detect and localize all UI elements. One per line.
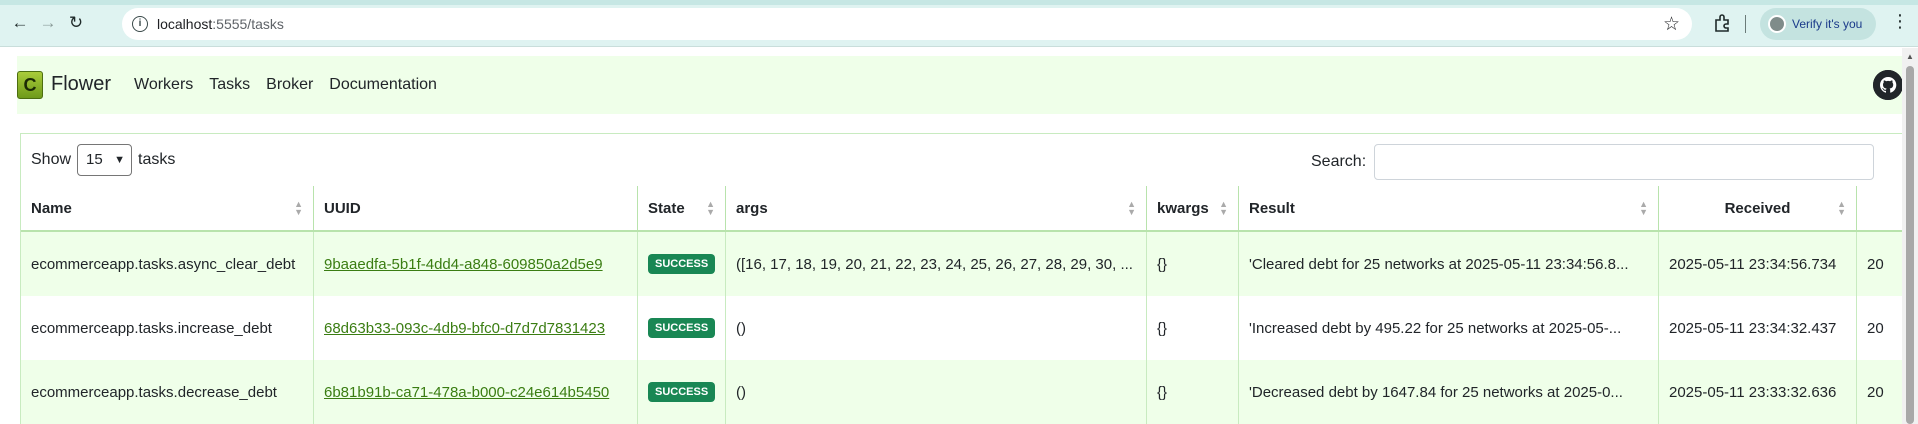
verify-profile-button[interactable]: Verify it's you (1760, 8, 1876, 40)
task-uuid-link[interactable]: 6b81b91b-ca71-478a-b000-c24e614b5450 (324, 384, 609, 401)
task-kwargs: {} (1147, 296, 1239, 360)
table-row[interactable]: ecommerceapp.tasks.decrease_debt 6b81b91… (21, 360, 1917, 424)
table-row[interactable]: ecommerceapp.tasks.increase_debt 68d63b3… (21, 296, 1917, 360)
task-name: ecommerceapp.tasks.async_clear_debt (21, 232, 314, 296)
column-header-uuid[interactable]: UUID (314, 186, 638, 230)
brand-name[interactable]: Flower (51, 73, 111, 96)
flower-logo[interactable]: C (17, 71, 43, 99)
header-label: Result (1249, 199, 1295, 217)
browser-toolbar: ← → ↻ i localhost:5555/tasks ☆ Verify it… (0, 0, 1918, 47)
header-label: UUID (324, 199, 361, 217)
column-header-state[interactable]: State ▲ ▼ (638, 186, 726, 230)
header-label: Received (1724, 199, 1791, 217)
page-size-select[interactable]: 15 ▼ (77, 144, 133, 176)
column-header-args[interactable]: args ▲ ▼ (726, 186, 1147, 230)
sort-icon: ▲ ▼ (1219, 199, 1228, 217)
task-result: 'Decreased debt by 1647.84 for 25 networ… (1239, 360, 1659, 424)
url-text[interactable]: localhost:5555/tasks (157, 16, 284, 32)
task-args: () (726, 360, 1147, 424)
task-received: 2025-05-11 23:34:32.437 (1659, 296, 1857, 360)
column-header-kwargs[interactable]: kwargs ▲ ▼ (1147, 186, 1239, 230)
sort-icon: ▲ ▼ (706, 199, 715, 217)
sort-icon: ▲ ▼ (1837, 199, 1846, 217)
table-header: Name ▲ ▼ UUID State ▲ ▼ args ▲ ▼ kwargs ▲ ▼ Resu… (21, 186, 1917, 232)
task-result: 'Cleared debt for 25 networks at 2025-05… (1239, 232, 1659, 296)
back-icon[interactable]: ← (8, 11, 32, 35)
nav-link-documentation[interactable]: Documentation (329, 76, 437, 94)
page-scrollbar[interactable]: ▲ (1902, 48, 1918, 424)
chevron-down-icon: ▼ (114, 154, 126, 166)
bookmark-star-icon[interactable]: ☆ (1663, 13, 1680, 36)
task-received: 2025-05-11 23:33:32.636 (1659, 360, 1857, 424)
search-label: Search: (1311, 153, 1367, 170)
site-info-icon[interactable]: i (132, 16, 148, 32)
sort-icon: ▲ ▼ (1127, 199, 1136, 217)
scrollbar-thumb[interactable] (1906, 66, 1914, 424)
sort-icon: ▲ ▼ (294, 199, 303, 217)
task-name: ecommerceapp.tasks.decrease_debt (21, 360, 314, 424)
header-label: args (736, 199, 768, 217)
search-input[interactable] (1374, 144, 1875, 180)
toolbar-separator (1745, 15, 1746, 33)
nav-link-workers[interactable]: Workers (134, 76, 193, 94)
status-badge: SUCCESS (648, 254, 716, 274)
task-received: 2025-05-11 23:34:56.734 (1659, 232, 1857, 296)
task-args: () (726, 296, 1147, 360)
status-badge: SUCCESS (648, 382, 716, 402)
forward-icon[interactable]: → (36, 11, 60, 35)
column-header-received[interactable]: Received ▲ ▼ (1659, 186, 1857, 230)
header-label: State (648, 199, 685, 217)
url-host: localhost (157, 16, 213, 32)
verify-label: Verify it's you (1792, 17, 1863, 31)
tasks-panel: Show 15 ▼ tasks Search: Name ▲ ▼ UUID State… (20, 133, 1917, 424)
column-header-name[interactable]: Name ▲ ▼ (21, 186, 314, 230)
nav-link-tasks[interactable]: Tasks (209, 76, 250, 94)
page-size-value: 15 (86, 151, 103, 168)
table-row[interactable]: ecommerceapp.tasks.async_clear_debt 9baa… (21, 232, 1917, 296)
address-bar[interactable]: i localhost:5555/tasks ☆ (122, 8, 1692, 40)
sort-icon: ▲ ▼ (1639, 199, 1648, 217)
browser-menu-icon[interactable]: ⋮ (1890, 11, 1910, 32)
flower-navbar: C Flower Workers Tasks Broker Documentat… (17, 56, 1903, 114)
task-kwargs: {} (1147, 232, 1239, 296)
page-viewport: C Flower Workers Tasks Broker Documentat… (0, 48, 1918, 424)
tab-strip-edge (0, 0, 1918, 5)
url-path: :5555/tasks (212, 16, 284, 32)
github-icon[interactable] (1873, 70, 1903, 100)
tasks-label: tasks (138, 151, 176, 168)
search-control: Search: (1311, 144, 1875, 180)
task-result: 'Increased debt by 495.22 for 25 network… (1239, 296, 1659, 360)
page-size-control: Show 15 ▼ tasks (31, 144, 175, 176)
nav-link-broker[interactable]: Broker (266, 76, 313, 94)
header-label: Name (31, 199, 72, 217)
task-kwargs: {} (1147, 360, 1239, 424)
show-label: Show (31, 151, 72, 168)
column-header-result[interactable]: Result ▲ ▼ (1239, 186, 1659, 230)
reload-icon[interactable]: ↻ (64, 11, 88, 35)
task-uuid-link[interactable]: 9baaedfa-5b1f-4dd4-a848-609850a2d5e9 (324, 256, 603, 273)
scroll-up-icon[interactable]: ▲ (1906, 52, 1914, 61)
extensions-icon[interactable] (1710, 11, 1734, 35)
task-uuid-link[interactable]: 68d63b33-093c-4db9-bfc0-d7d7d7831423 (324, 320, 605, 337)
profile-avatar (1768, 15, 1786, 33)
nav-links: Workers Tasks Broker Documentation (134, 76, 437, 94)
header-label: kwargs (1157, 199, 1209, 217)
status-badge: SUCCESS (648, 318, 716, 338)
task-name: ecommerceapp.tasks.increase_debt (21, 296, 314, 360)
task-args: ([16, 17, 18, 19, 20, 21, 22, 23, 24, 25… (726, 232, 1147, 296)
